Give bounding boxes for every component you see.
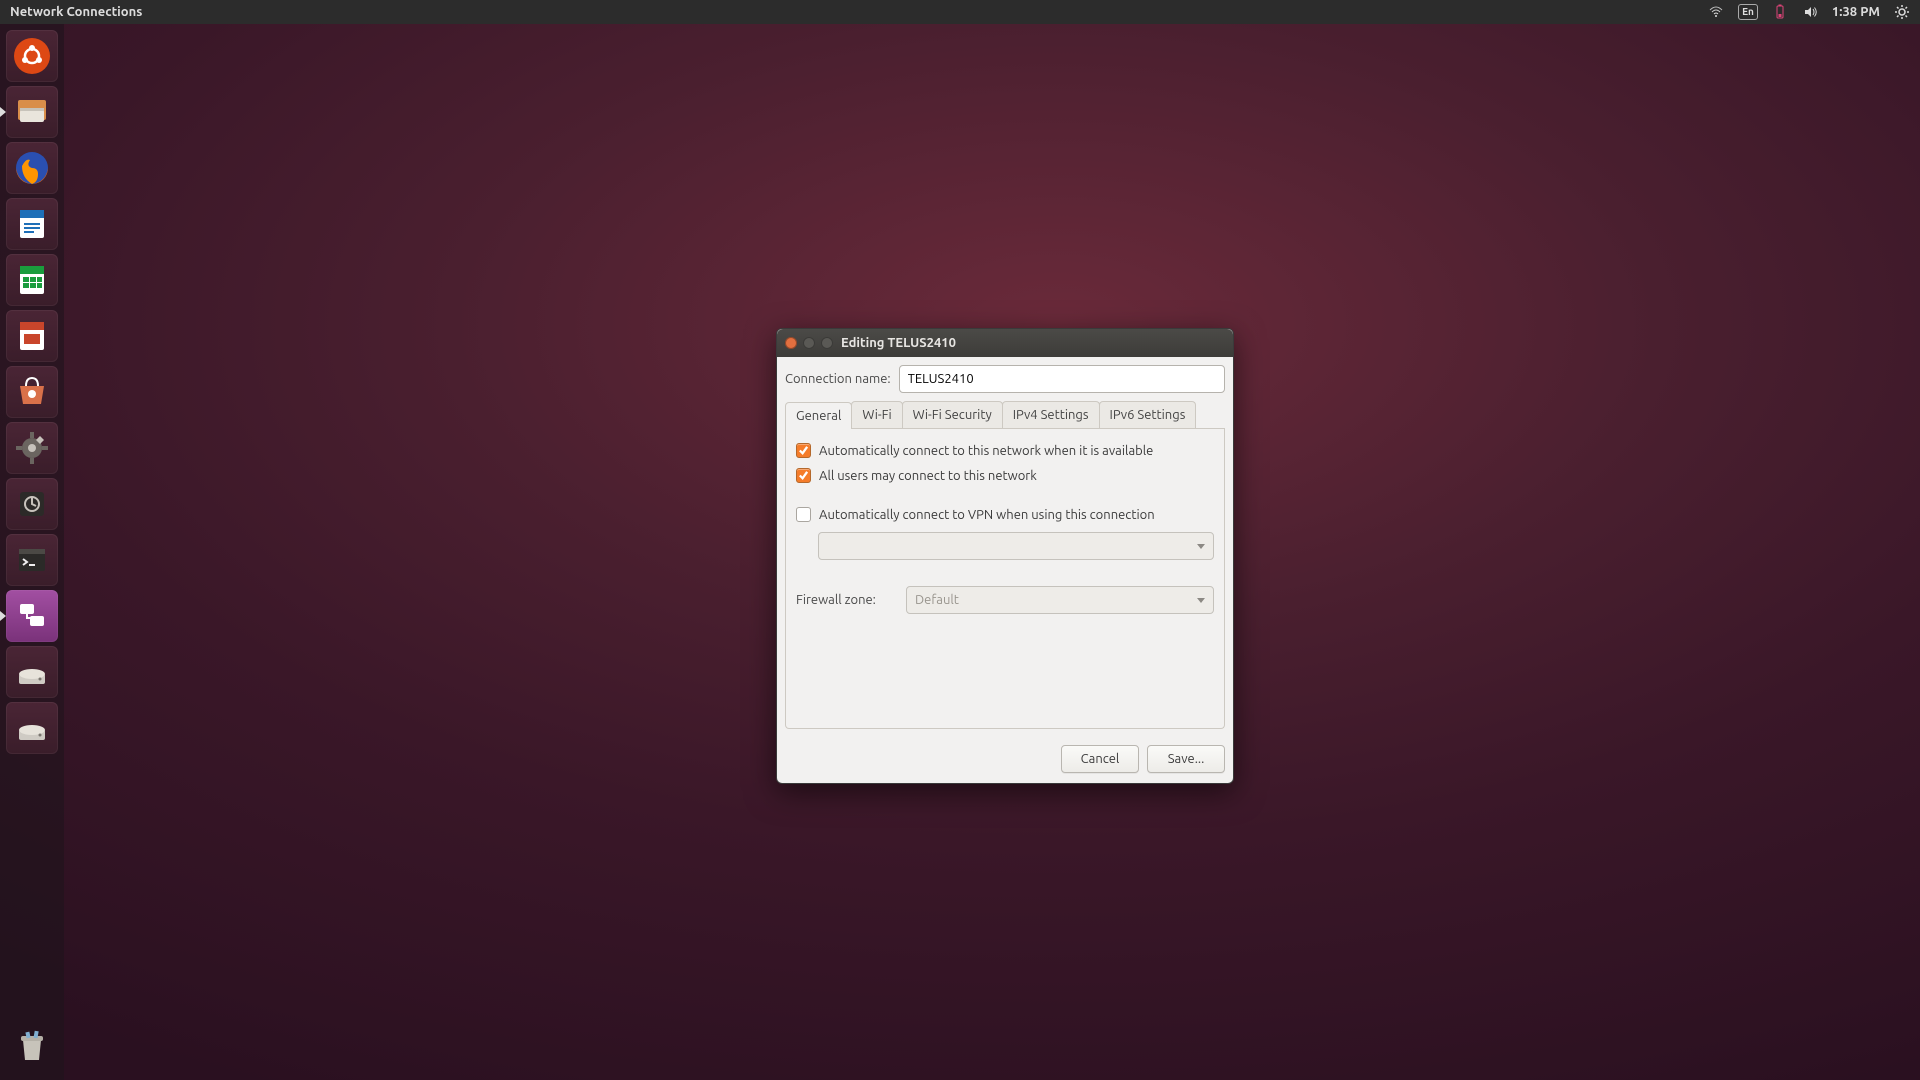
all-users-label: All users may connect to this network bbox=[819, 469, 1037, 483]
dialog-title: Editing TELUS2410 bbox=[841, 336, 956, 350]
panel-app-title: Network Connections bbox=[0, 5, 142, 19]
chevron-down-icon bbox=[1197, 544, 1205, 549]
unity-launcher bbox=[0, 24, 64, 1080]
all-users-row[interactable]: All users may connect to this network bbox=[796, 468, 1214, 483]
clock[interactable]: 1:38 PM bbox=[1832, 5, 1880, 19]
trash-icon[interactable] bbox=[6, 1020, 58, 1072]
keyboard-lang-indicator[interactable]: En bbox=[1738, 4, 1758, 20]
save-button[interactable]: Save... bbox=[1147, 745, 1225, 773]
top-panel: Network Connections En 1:38 PM bbox=[0, 0, 1920, 24]
connection-name-label: Connection name: bbox=[785, 372, 891, 386]
network-connections-icon[interactable] bbox=[6, 590, 58, 642]
files-icon[interactable] bbox=[6, 86, 58, 138]
window-maximize-icon[interactable] bbox=[821, 337, 833, 349]
tab-wifi[interactable]: Wi-Fi bbox=[851, 401, 902, 428]
auto-vpn-row[interactable]: Automatically connect to VPN when using … bbox=[796, 507, 1214, 522]
tab-pane-general: Automatically connect to this network wh… bbox=[785, 429, 1225, 729]
backup-icon[interactable] bbox=[6, 478, 58, 530]
vpn-select bbox=[818, 532, 1214, 560]
volume-indicator-icon[interactable] bbox=[1802, 4, 1818, 20]
window-close-icon[interactable] bbox=[785, 337, 797, 349]
tab-wifi-security[interactable]: Wi-Fi Security bbox=[902, 401, 1003, 428]
auto-connect-row[interactable]: Automatically connect to this network wh… bbox=[796, 443, 1214, 458]
session-gear-icon[interactable] bbox=[1894, 4, 1910, 20]
auto-vpn-checkbox[interactable] bbox=[796, 507, 811, 522]
tab-ipv4[interactable]: IPv4 Settings bbox=[1002, 401, 1100, 428]
edit-connection-dialog: Editing TELUS2410 Connection name: Gener… bbox=[776, 328, 1234, 784]
calc-icon[interactable] bbox=[6, 254, 58, 306]
cancel-button[interactable]: Cancel bbox=[1061, 745, 1139, 773]
dialog-titlebar[interactable]: Editing TELUS2410 bbox=[777, 329, 1233, 357]
firewall-zone-select[interactable]: Default bbox=[906, 586, 1214, 614]
software-center-icon[interactable] bbox=[6, 366, 58, 418]
tab-bar: General Wi-Fi Wi-Fi Security IPv4 Settin… bbox=[785, 401, 1225, 429]
firewall-zone-label: Firewall zone: bbox=[796, 593, 896, 607]
all-users-checkbox[interactable] bbox=[796, 468, 811, 483]
mounted-drive2-icon[interactable] bbox=[6, 702, 58, 754]
firewall-zone-value: Default bbox=[915, 593, 959, 607]
window-minimize-icon[interactable] bbox=[803, 337, 815, 349]
connection-name-input[interactable] bbox=[899, 365, 1225, 393]
impress-icon[interactable] bbox=[6, 310, 58, 362]
auto-vpn-label: Automatically connect to VPN when using … bbox=[819, 508, 1155, 522]
mounted-drive-icon[interactable] bbox=[6, 646, 58, 698]
tab-ipv6[interactable]: IPv6 Settings bbox=[1099, 401, 1197, 428]
firefox-icon[interactable] bbox=[6, 142, 58, 194]
wifi-indicator-icon[interactable] bbox=[1708, 4, 1724, 20]
dash-icon[interactable] bbox=[6, 30, 58, 82]
terminal-icon[interactable] bbox=[6, 534, 58, 586]
writer-icon[interactable] bbox=[6, 198, 58, 250]
auto-connect-checkbox[interactable] bbox=[796, 443, 811, 458]
settings-icon[interactable] bbox=[6, 422, 58, 474]
battery-indicator-icon[interactable] bbox=[1772, 4, 1788, 20]
tab-general[interactable]: General bbox=[785, 402, 852, 429]
chevron-down-icon bbox=[1197, 598, 1205, 603]
auto-connect-label: Automatically connect to this network wh… bbox=[819, 444, 1153, 458]
